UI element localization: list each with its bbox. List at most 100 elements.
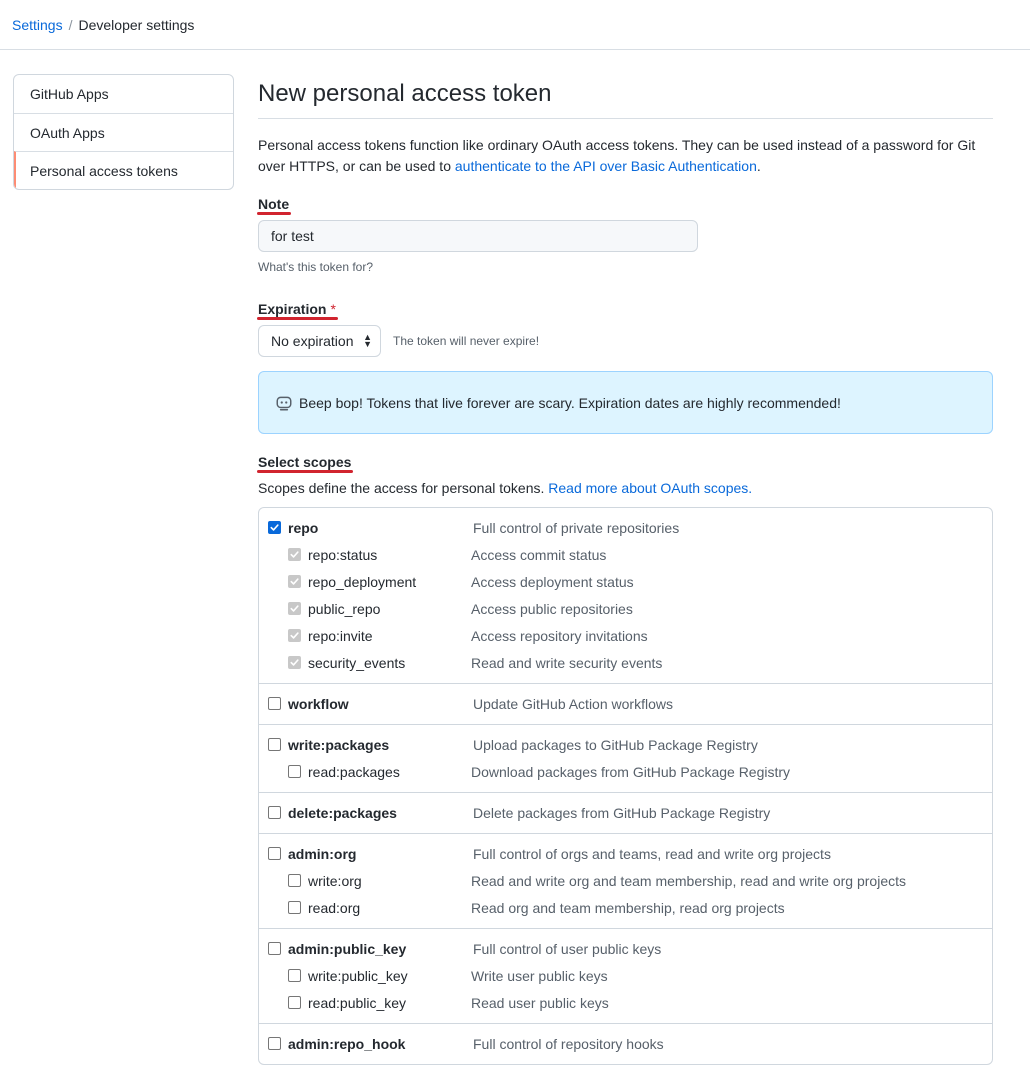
- scope-description: Full control of user public keys: [473, 940, 662, 957]
- expiration-field-group: Expiration * No expiration ▲ ▼ The token w…: [257, 301, 993, 357]
- scope-name: read:public_key: [308, 994, 407, 1011]
- scopes-desc-text: Scopes define the access for personal to…: [258, 480, 549, 496]
- scope-name: public_repo: [308, 600, 381, 617]
- scope-name: admin:org: [288, 845, 357, 862]
- scope-checkbox: [288, 656, 301, 669]
- scope-subrow: repo:status Access commit status: [259, 541, 992, 568]
- select-arrows-icon: ▲ ▼: [363, 332, 372, 349]
- checkmark-icon: [290, 632, 299, 639]
- scope-name: delete:packages: [288, 804, 397, 821]
- annotation-underline: [257, 470, 354, 473]
- scope-group: workflow Update GitHub Action workflows: [259, 683, 992, 724]
- scope-description: Full control of repository hooks: [473, 1035, 664, 1052]
- basic-auth-link[interactable]: authenticate to the API over Basic Authe…: [455, 158, 757, 174]
- scopes-label-wrap: Select scopes: [257, 454, 354, 473]
- checkmark-icon: [290, 659, 299, 666]
- note-hint: What's this token for?: [258, 260, 374, 274]
- scope-row: workflow Update GitHub Action workflows: [259, 690, 992, 717]
- scope-group: write:packages Upload packages to GitHub …: [259, 724, 992, 792]
- sidebar-item-label: OAuth Apps: [30, 124, 105, 141]
- scope-checkbox[interactable]: [288, 765, 301, 778]
- scope-name: write:packages: [288, 736, 390, 753]
- scope-description: Upload packages to GitHub Package Regist…: [473, 736, 758, 753]
- scope-checkbox: [288, 602, 301, 615]
- note-field-group: Note What's this token for?: [257, 196, 993, 274]
- expiration-label-wrap: Expiration *: [257, 301, 338, 320]
- scope-name: repo: [288, 519, 319, 536]
- page-title: New personal access token: [258, 74, 993, 119]
- scope-checkbox[interactable]: [268, 697, 281, 710]
- scope-checkbox[interactable]: [268, 942, 281, 955]
- required-mark: *: [330, 301, 336, 317]
- scope-name: admin:repo_hook: [288, 1035, 406, 1052]
- breadcrumb-settings-link[interactable]: Settings: [12, 17, 63, 33]
- scopes-table: repo Full control of private repositories…: [258, 507, 993, 1065]
- scope-checkbox[interactable]: [288, 969, 301, 982]
- expiration-warning-flash: Beep bop! Tokens that live forever are s…: [258, 371, 993, 434]
- scope-subrow: write:org Read and write org and team mem…: [259, 867, 992, 894]
- scope-description: Full control of private repositories: [473, 519, 680, 536]
- sidebar-item-label: GitHub Apps: [30, 86, 109, 102]
- scope-group: admin:repo_hook Full control of repositor…: [259, 1023, 992, 1064]
- scope-name: security_events: [308, 654, 406, 671]
- scope-checkbox: [288, 548, 301, 561]
- scope-subrow: read:public_key Read user public keys: [259, 989, 992, 1016]
- scope-row: admin:public_key Full control of user pub…: [259, 935, 992, 962]
- scope-subrow: public_repo Access public repositories: [259, 595, 992, 622]
- annotation-underline: [257, 212, 292, 215]
- scope-checkbox: [288, 629, 301, 642]
- scope-description: Full control of orgs and teams, read and…: [473, 845, 831, 862]
- intro-paragraph: Personal access tokens function like ord…: [258, 135, 993, 177]
- sidebar-item-oauth-apps[interactable]: OAuth Apps: [14, 113, 233, 151]
- scope-description: Access repository invitations: [471, 627, 648, 644]
- breadcrumb: Settings / Developer settings: [0, 0, 1030, 50]
- scope-name: workflow: [288, 695, 349, 712]
- intro-end: .: [756, 158, 761, 174]
- scope-group: admin:org Full control of orgs and teams,…: [259, 833, 992, 928]
- scope-checkbox[interactable]: [288, 996, 301, 1009]
- sidebar-item-github-apps[interactable]: GitHub Apps: [14, 75, 233, 113]
- scope-description: Read user public keys: [471, 994, 609, 1011]
- scope-subrow: write:public_key Write user public keys: [259, 962, 992, 989]
- scope-subrow: repo:invite Access repository invitations: [259, 622, 992, 649]
- scope-description: Access public repositories: [471, 600, 633, 617]
- scope-row: admin:repo_hook Full control of repositor…: [259, 1030, 992, 1057]
- expiration-note: The token will never expire!: [393, 334, 540, 348]
- sidebar-item-personal-access-tokens[interactable]: Personal access tokens: [14, 151, 233, 189]
- developer-settings-nav: GitHub Apps OAuth Apps Personal access t…: [13, 74, 234, 190]
- scope-checkbox[interactable]: [268, 738, 281, 751]
- scope-checkbox[interactable]: [268, 1037, 281, 1050]
- note-input[interactable]: [258, 220, 698, 252]
- scopes-description: Scopes define the access for personal to…: [258, 480, 993, 496]
- scope-row: delete:packages Delete packages from GitH…: [259, 799, 992, 826]
- breadcrumb-current: Developer settings: [78, 16, 195, 33]
- scope-description: Access deployment status: [471, 573, 634, 590]
- oauth-scopes-link[interactable]: Read more about OAuth scopes.: [548, 480, 752, 496]
- scopes-label: Select scopes: [258, 454, 352, 470]
- scope-row: write:packages Upload packages to GitHub …: [259, 731, 992, 758]
- scope-checkbox[interactable]: [288, 901, 301, 914]
- main-content: New personal access token Personal acces…: [257, 74, 993, 1065]
- checkmark-icon: [290, 605, 299, 612]
- scope-subrow: repo_deployment Access deployment status: [259, 568, 992, 595]
- annotation-underline: [257, 317, 338, 320]
- scope-name: admin:public_key: [288, 940, 407, 957]
- checkmark-icon: [290, 578, 299, 585]
- scope-description: Delete packages from GitHub Package Regi…: [473, 804, 771, 821]
- scope-description: Update GitHub Action workflows: [473, 695, 673, 712]
- scope-name: write:org: [308, 872, 362, 889]
- scope-checkbox[interactable]: [268, 521, 281, 534]
- scope-checkbox[interactable]: [288, 874, 301, 887]
- note-label-wrap: Note: [257, 196, 292, 215]
- scope-row: admin:org Full control of orgs and teams,…: [259, 840, 992, 867]
- scope-group: repo Full control of private repositories…: [259, 508, 992, 683]
- scope-group: admin:public_key Full control of user pub…: [259, 928, 992, 1023]
- scope-name: repo:invite: [308, 627, 373, 644]
- scope-checkbox[interactable]: [268, 847, 281, 860]
- expiration-row: No expiration ▲ ▼ The token will never ex…: [258, 325, 993, 357]
- scope-name: repo_deployment: [308, 573, 417, 590]
- scope-name: write:public_key: [308, 967, 408, 984]
- expiration-select[interactable]: No expiration ▲ ▼: [258, 325, 381, 357]
- scope-checkbox[interactable]: [268, 806, 281, 819]
- copilot-bot-icon: [276, 396, 292, 410]
